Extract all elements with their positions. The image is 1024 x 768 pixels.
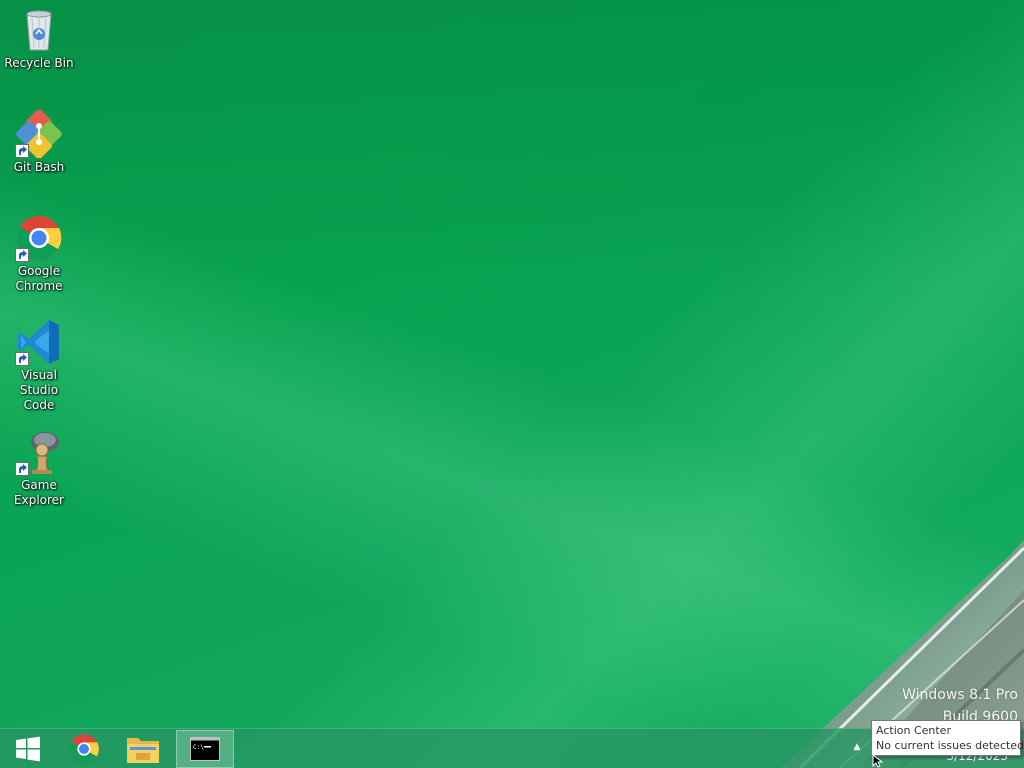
wallpaper-chrome-bumper xyxy=(780,540,1024,768)
chrome-icon xyxy=(69,734,99,764)
desktop-icon-label: Visual Studio Code xyxy=(19,368,59,412)
desktop-icon-game-explorer[interactable]: Game Explorer xyxy=(2,428,76,508)
desktop-icon-git-bash[interactable]: Git Bash xyxy=(2,110,76,175)
desktop-icon-recycle-bin[interactable]: Recycle Bin xyxy=(2,6,76,71)
cmd-icon: C:\ xyxy=(190,737,220,761)
desktop[interactable]: Recycle Bin Git Bash Google Chrome Visua… xyxy=(0,0,1024,768)
desktop-icon-label: Google Chrome xyxy=(15,264,63,293)
taskbar-chrome-button[interactable] xyxy=(56,730,112,768)
start-button[interactable] xyxy=(0,730,56,768)
desktop-icon-label: Recycle Bin xyxy=(4,56,74,70)
svg-text:C:\: C:\ xyxy=(193,744,204,751)
game-explorer-icon xyxy=(15,428,63,476)
windows-logo-icon xyxy=(16,736,40,762)
shortcut-arrow-icon xyxy=(15,462,29,476)
chrome-icon xyxy=(15,214,63,262)
git-bash-icon xyxy=(15,110,63,158)
tooltip-message: No current issues detected xyxy=(876,739,1024,752)
mouse-cursor-icon xyxy=(872,754,884,768)
show-hidden-icons-button[interactable]: ▲ xyxy=(850,740,864,754)
chevron-up-icon: ▲ xyxy=(853,742,861,752)
taskbar-file-explorer-button[interactable] xyxy=(115,730,171,768)
desktop-icon-label: Game Explorer xyxy=(14,478,64,507)
watermark-edition: Windows 8.1 Pro xyxy=(902,687,1018,703)
shortcut-arrow-icon xyxy=(15,352,29,366)
shortcut-arrow-icon xyxy=(15,248,29,262)
desktop-icon-visual-studio-code[interactable]: Visual Studio Code xyxy=(2,318,76,413)
tooltip-title: Action Center xyxy=(876,724,951,737)
shortcut-arrow-icon xyxy=(15,144,29,158)
action-center-tooltip: Action Center No current issues detected xyxy=(871,720,1024,756)
desktop-icon-google-chrome[interactable]: Google Chrome xyxy=(2,214,76,294)
desktop-icon-label: Git Bash xyxy=(13,160,65,174)
vscode-icon xyxy=(15,318,63,366)
taskbar-command-prompt-button[interactable]: C:\ xyxy=(176,730,234,768)
folder-icon xyxy=(127,738,159,763)
recycle-bin-icon xyxy=(15,6,63,54)
